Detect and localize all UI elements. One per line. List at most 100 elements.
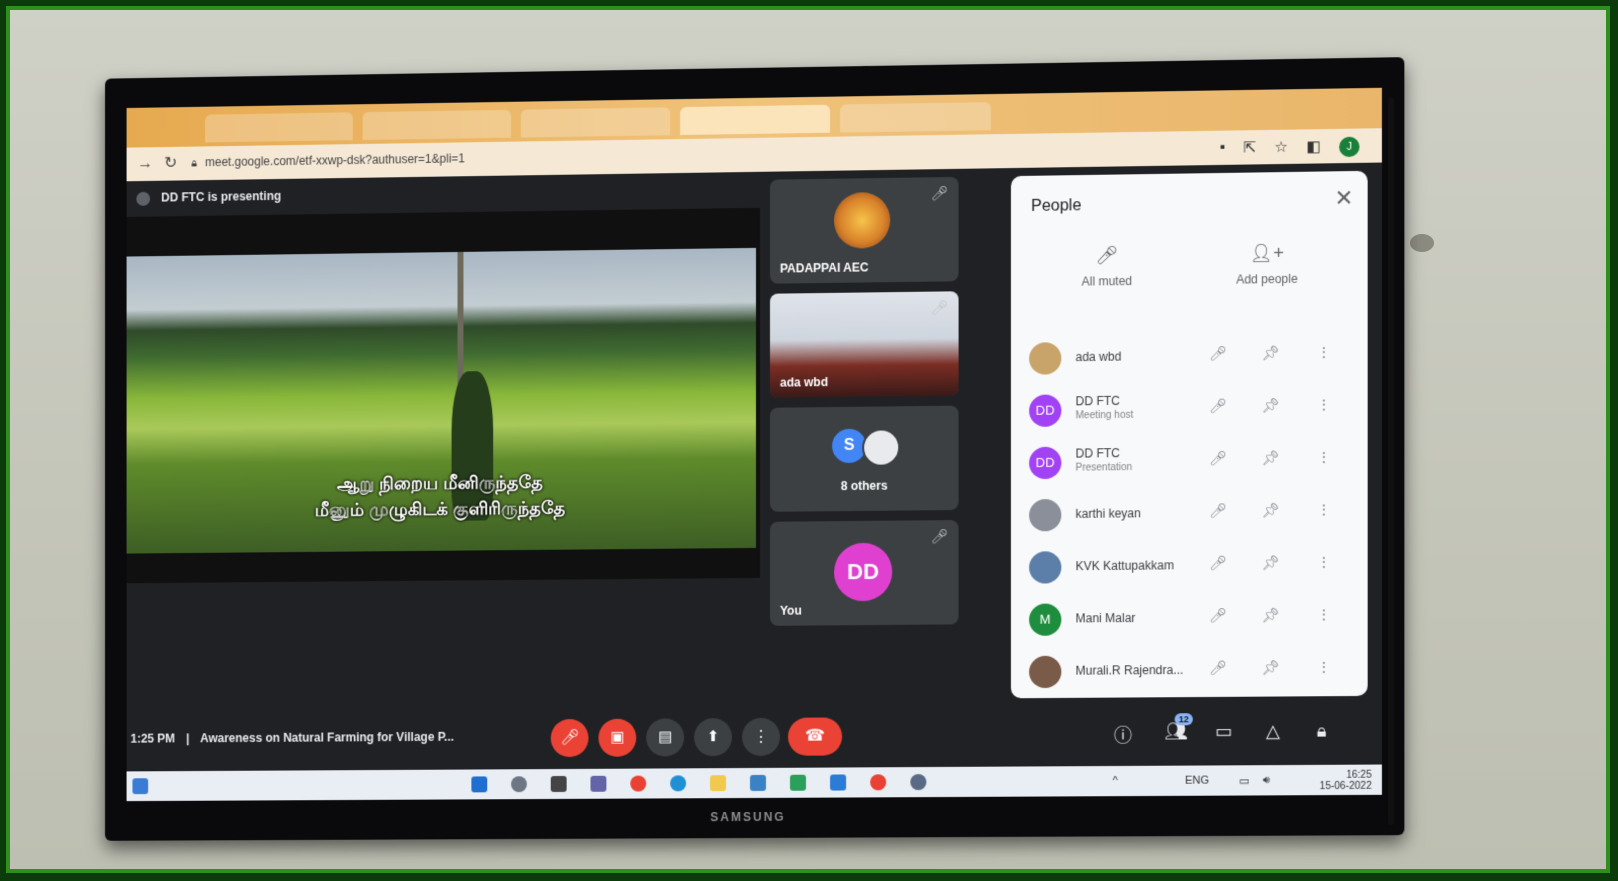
browser-tab[interactable]	[205, 112, 353, 142]
all-muted-label: All muted	[1082, 274, 1133, 289]
participant-name: KVK Kattupakkam	[1075, 558, 1173, 573]
photo-frame: → ↻ 🔒︎ meet.google.com/etf-xxwp-dsk?auth…	[6, 6, 1610, 873]
participant-row[interactable]: DD DD FTC Meeting host 🎤︎ 📌︎ ⋮	[1011, 381, 1368, 437]
subtitle-line-2: மீனும் முழுகிடக் குளிரிருந்ததே	[127, 496, 756, 525]
forward-icon[interactable]: →	[136, 155, 154, 173]
url-text[interactable]: meet.google.com/etf-xxwp-dsk?authuser=1&…	[205, 151, 465, 169]
browser-tab-active[interactable]	[680, 105, 830, 135]
camera-toggle-button[interactable]: ▣	[598, 719, 636, 757]
present-button[interactable]: ⬆	[694, 718, 732, 756]
host-controls-icon[interactable]: 🔒︎	[1317, 720, 1327, 741]
participant-row[interactable]: DD DD FTC Presentation 🎤︎ 📌︎ ⋮	[1011, 433, 1368, 489]
pin-icon[interactable]: 📌︎	[1262, 397, 1280, 414]
share-icon[interactable]: ⇱	[1243, 138, 1256, 158]
participant-row[interactable]: ada wbd 🎤︎ 📌︎ ⋮	[1011, 328, 1368, 385]
participant-avatar	[1029, 342, 1061, 375]
camera-icon[interactable]: ▪	[1220, 139, 1225, 159]
mic-toggle-button[interactable]: 🎤︎	[551, 719, 589, 757]
participant-avatar	[1029, 499, 1061, 531]
participant-name: DD FTC	[1075, 446, 1119, 461]
more-options-icon[interactable]: ⋮	[1317, 449, 1331, 466]
tv-screen: → ↻ 🔒︎ meet.google.com/etf-xxwp-dsk?auth…	[127, 88, 1382, 801]
mic-off-icon[interactable]: 🎤︎	[1209, 607, 1227, 624]
task-view-icon[interactable]	[551, 776, 567, 792]
participant-row[interactable]: M Mani Malar 🎤︎ 📌︎ ⋮	[1011, 591, 1368, 646]
chrome-profile-icon[interactable]	[870, 774, 886, 790]
edge-icon[interactable]	[670, 775, 686, 791]
pin-icon[interactable]: 📌︎	[1262, 607, 1280, 624]
settings-icon[interactable]	[910, 774, 926, 790]
captions-button[interactable]: ▤	[646, 718, 684, 756]
browser-tab[interactable]	[521, 107, 670, 137]
presentation-stage: ஆறு நிறைய மீனிருந்ததே மீனும் முழுகிடக் க…	[127, 208, 760, 583]
add-people-button[interactable]: 👤︎+ Add people	[1211, 242, 1323, 287]
browser-tab[interactable]	[363, 110, 511, 140]
people-button[interactable]: 👥︎ 12	[1164, 721, 1187, 742]
pin-icon[interactable]: 📌︎	[1262, 449, 1280, 466]
camera-app-icon[interactable]	[830, 774, 846, 790]
participant-row[interactable]: Murali.R Rajendra... 🎤︎ 📌︎ ⋮	[1011, 643, 1368, 698]
participant-tile[interactable]: ada wbd 🎤︎	[770, 291, 959, 397]
participant-tile-others[interactable]: S 8 others	[770, 406, 959, 512]
close-icon[interactable]: ✕	[1335, 185, 1354, 212]
mail-icon[interactable]	[750, 775, 766, 791]
language-indicator[interactable]: ENG	[1185, 775, 1209, 787]
volume-icon[interactable]: 🔊︎	[1263, 774, 1270, 787]
mic-off-icon: 🎤︎	[931, 299, 949, 316]
pin-icon[interactable]: 📌︎	[1262, 659, 1280, 676]
subtitle-line-1: ஆறு நிறைய மீனிருந்ததே	[127, 470, 756, 499]
pin-icon[interactable]: 📌︎	[1262, 502, 1280, 519]
mic-off-icon[interactable]: 🎤︎	[1209, 450, 1227, 467]
participant-avatar: M	[1029, 603, 1061, 635]
people-panel: People ✕ 🎤︎ All muted 👤︎+ Add people ada…	[1011, 171, 1368, 698]
participant-row[interactable]: KVK Kattupakkam 🎤︎ 📌︎ ⋮	[1011, 538, 1368, 593]
more-options-button[interactable]: ⋮	[742, 718, 780, 756]
start-icon[interactable]	[471, 776, 487, 792]
self-avatar: DD	[834, 543, 892, 602]
taskbar-date: 15-06-2022	[1320, 781, 1372, 792]
teams-icon[interactable]	[590, 776, 606, 792]
search-icon[interactable]	[511, 776, 527, 792]
chat-icon[interactable]: ▭	[1215, 721, 1232, 742]
file-explorer-icon[interactable]	[710, 775, 726, 791]
participant-role: Meeting host	[1075, 410, 1133, 422]
participant-tile[interactable]: PADAPPAI AEC 🎤︎	[770, 177, 959, 284]
more-options-icon[interactable]: ⋮	[1317, 501, 1331, 518]
pin-icon[interactable]: 📌︎	[1262, 345, 1280, 362]
mic-off-icon[interactable]: 🎤︎	[1209, 660, 1227, 677]
mic-off-icon: 🎤︎	[931, 528, 949, 545]
network-icon[interactable]: ▭	[1239, 774, 1250, 787]
participant-avatar: DD	[1029, 394, 1061, 427]
bookmark-star-icon[interactable]: ☆	[1274, 138, 1288, 158]
meeting-title: Awareness on Natural Farming for Village…	[200, 730, 454, 745]
more-options-icon[interactable]: ⋮	[1317, 344, 1331, 361]
widgets-icon[interactable]	[132, 778, 148, 794]
show-hidden-icons[interactable]: ^	[1113, 775, 1118, 787]
browser-tab[interactable]	[840, 102, 991, 132]
participant-row[interactable]: karthi keyan 🎤︎ 📌︎ ⋮	[1011, 486, 1368, 542]
more-options-icon[interactable]: ⋮	[1317, 606, 1331, 623]
mic-off-icon[interactable]: 🎤︎	[1209, 502, 1227, 519]
mic-off-icon[interactable]: 🎤︎	[1209, 555, 1227, 572]
more-options-icon[interactable]: ⋮	[1317, 659, 1331, 676]
side-panel-icon[interactable]: ◧	[1306, 137, 1320, 157]
mic-off-icon[interactable]: 🎤︎	[1209, 398, 1227, 415]
participant-name: ada wbd	[1075, 350, 1121, 365]
profile-avatar[interactable]: J	[1339, 137, 1359, 158]
self-tile[interactable]: DD You 🎤︎	[770, 520, 959, 626]
info-icon[interactable]: ⓘ	[1114, 722, 1132, 748]
all-muted-button[interactable]: 🎤︎ All muted	[1051, 244, 1162, 289]
end-call-button[interactable]: ☎	[788, 717, 842, 755]
chrome-icon[interactable]	[630, 776, 646, 792]
windows-taskbar: ^ ENG ▭ 🔊︎ 16:25 15-06-2022	[127, 765, 1382, 802]
participant-tiles: PADAPPAI AEC 🎤︎ ada wbd 🎤︎ S 8 others DD…	[770, 177, 961, 636]
reload-icon[interactable]: ↻	[162, 155, 180, 173]
photos-icon[interactable]	[790, 775, 806, 791]
mic-off-icon[interactable]: 🎤︎	[1209, 345, 1227, 362]
wall-stain	[1410, 234, 1434, 252]
activities-icon[interactable]: △	[1266, 721, 1280, 742]
more-options-icon[interactable]: ⋮	[1317, 396, 1331, 413]
more-options-icon[interactable]: ⋮	[1317, 554, 1331, 571]
pin-icon[interactable]: 📌︎	[1262, 554, 1280, 571]
taskbar-clock[interactable]: 16:25 15-06-2022	[1320, 770, 1372, 792]
